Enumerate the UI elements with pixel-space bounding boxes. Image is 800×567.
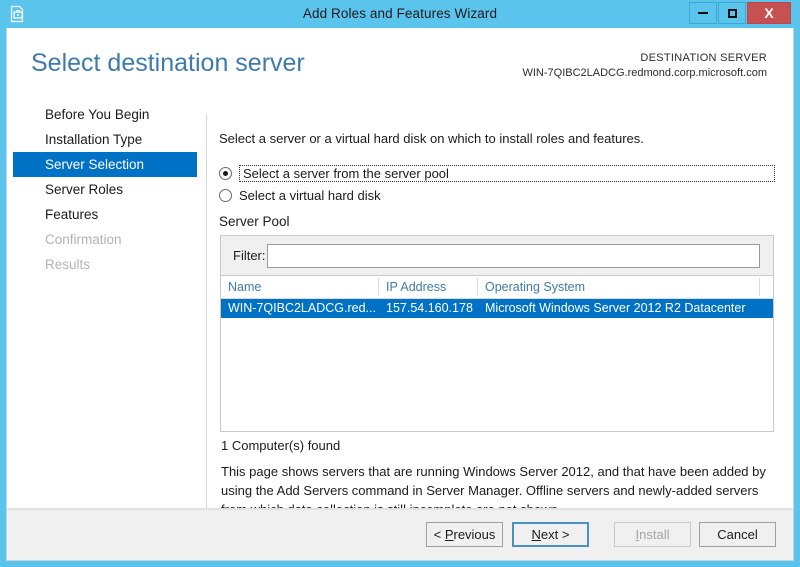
previous-button[interactable]: < Previous [426,522,503,547]
maximize-button[interactable] [718,2,746,24]
filter-input[interactable] [267,244,760,268]
page-title: Select destination server [31,49,305,77]
previous-prefix: < [433,527,445,542]
cell-operating-system: Microsoft Windows Server 2012 R2 Datacen… [485,301,746,315]
filter-label: Filter: [233,248,266,263]
radio-select-server-from-pool[interactable]: Select a server from the server pool [219,163,775,183]
install-rest: nstall [639,527,670,542]
minimize-button[interactable] [689,2,717,24]
previous-rest: revious [453,527,496,542]
intro-text: Select a server or a virtual hard disk o… [219,131,644,146]
filter-panel: Filter: [220,235,774,276]
computers-found-text: 1 Computer(s) found [221,438,341,453]
column-separator [759,278,760,296]
sidebar-item-confirmation: Confirmation [45,232,122,247]
footer-button-bar: < Previous Next > Install Cancel [7,509,793,560]
install-button: Install [614,522,691,547]
next-accel: N [531,527,541,542]
radio-label-virtual-hard-disk: Select a virtual hard disk [239,187,381,203]
column-header-ip-address[interactable]: IP Address [379,276,477,298]
table-row[interactable]: WIN-7QIBC2LADCG.red... 157.54.160.178 Mi… [221,299,773,318]
sidebar-divider [206,114,207,528]
column-header-operating-system[interactable]: Operating System [478,276,759,298]
radio-label-server-pool: Select a server from the server pool [243,165,449,181]
server-pool-list-header: Name IP Address Operating System [221,276,773,299]
radio-indicator-server-pool [219,166,232,180]
radio-select-virtual-hard-disk[interactable]: Select a virtual hard disk [219,185,519,205]
sidebar-item-installation-type[interactable]: Installation Type [23,127,206,152]
sidebar-item-features[interactable]: Features [23,202,206,227]
close-button[interactable]: X [747,2,791,24]
client-area: Select destination server DESTINATION SE… [6,28,794,561]
sidebar-item-results: Results [45,257,91,272]
radio-indicator-virtual-hard-disk [219,188,232,202]
cell-ip-address: 157.54.160.178 [386,301,473,315]
wizard-window: Add Roles and Features Wizard X Select d… [0,0,800,567]
wizard-nav-sidebar: Before You Begin Installation Type Serve… [7,102,206,532]
server-pool-list[interactable]: Name IP Address Operating System WIN-7QI… [220,276,774,432]
destination-server-block: DESTINATION SERVER WIN-7QIBC2LADCG.redmo… [522,51,767,81]
window-title: Add Roles and Features Wizard [302,6,498,21]
page-header: Select destination server DESTINATION SE… [7,28,793,98]
destination-server-label: DESTINATION SERVER [640,52,767,64]
server-pool-caption: Server Pool [219,214,290,229]
next-rest: ext > [540,527,570,542]
sidebar-item-server-roles[interactable]: Server Roles [23,177,206,202]
destination-server-name: WIN-7QIBC2LADCG.redmond.corp.microsoft.c… [522,67,767,79]
titlebar: Add Roles and Features Wizard X [0,0,800,28]
maximize-icon [727,8,737,18]
sidebar-item-server-selection[interactable]: Server Selection [13,152,197,177]
next-button[interactable]: Next > [512,522,589,547]
minimize-icon [698,12,708,14]
focus-outline: Select a server from the server pool [239,164,775,182]
cancel-button[interactable]: Cancel [699,522,776,547]
cell-name: WIN-7QIBC2LADCG.red... [228,301,376,315]
column-header-name[interactable]: Name [221,276,378,298]
sidebar-item-before-you-begin[interactable]: Before You Begin [23,102,206,127]
